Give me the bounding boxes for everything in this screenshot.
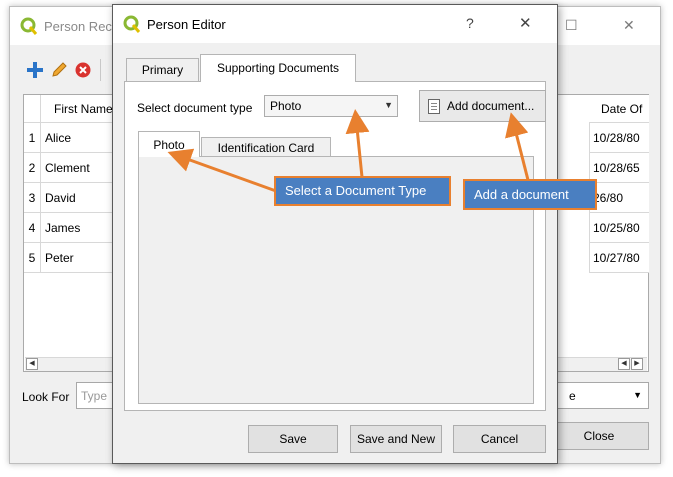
maximize-icon[interactable]: ☐ bbox=[565, 17, 578, 34]
chevron-down-icon: ▼ bbox=[633, 390, 642, 400]
save-and-new-button[interactable]: Save and New bbox=[350, 425, 442, 453]
table-cell-date[interactable]: 10/25/80 bbox=[589, 213, 649, 243]
bg-close-button[interactable]: Close bbox=[549, 422, 649, 450]
add-icon[interactable] bbox=[26, 61, 44, 79]
col-header-date[interactable]: Date Of bbox=[589, 95, 649, 123]
toolbar-separator bbox=[100, 59, 101, 81]
callout-select-type: Select a Document Type bbox=[274, 176, 451, 206]
scroll-right-icon[interactable]: ▶ bbox=[631, 358, 643, 370]
tab-identification-card[interactable]: Identification Card bbox=[201, 137, 331, 158]
person-editor-dialog: Person Editor ? ✕ Primary Supporting Doc… bbox=[112, 4, 558, 464]
document-icon bbox=[428, 99, 440, 114]
search-column-value: e bbox=[569, 389, 576, 403]
help-icon[interactable]: ? bbox=[466, 15, 474, 31]
search-column-select[interactable]: e ▼ bbox=[549, 382, 649, 409]
document-type-label: Select document type bbox=[137, 101, 253, 115]
add-document-label: Add document... bbox=[447, 99, 535, 113]
row-number: 4 bbox=[24, 213, 41, 243]
tab-primary[interactable]: Primary bbox=[126, 58, 199, 81]
callout-add-document: Add a document bbox=[463, 179, 597, 210]
look-for-label: Look For bbox=[22, 390, 70, 404]
scroll-left-icon[interactable]: ◀ bbox=[618, 358, 630, 370]
scroll-left-icon[interactable]: ◀ bbox=[26, 358, 38, 370]
document-type-value: Photo bbox=[270, 99, 302, 113]
qgis-logo-icon bbox=[20, 17, 38, 35]
tab-photo[interactable]: Photo bbox=[138, 131, 200, 157]
edit-pencil-icon[interactable] bbox=[50, 61, 68, 79]
close-icon[interactable]: ✕ bbox=[623, 17, 635, 34]
tab-supporting-documents[interactable]: Supporting Documents bbox=[200, 54, 356, 82]
table-cell-date[interactable]: 10/28/80 bbox=[589, 123, 649, 153]
save-button[interactable]: Save bbox=[248, 425, 338, 453]
delete-icon[interactable] bbox=[74, 61, 92, 79]
dialog-title: Person Editor bbox=[147, 17, 226, 32]
row-number: 5 bbox=[24, 243, 41, 273]
document-type-select[interactable]: Photo ▼ bbox=[264, 95, 398, 117]
add-document-button[interactable]: Add document... bbox=[419, 90, 546, 122]
row-number: 1 bbox=[24, 123, 41, 153]
table-cell-date[interactable]: 10/28/65 bbox=[589, 153, 649, 183]
table-cell-date[interactable]: 26/80 bbox=[589, 183, 649, 213]
table-cell-date[interactable]: 10/27/80 bbox=[589, 243, 649, 273]
row-number: 2 bbox=[24, 153, 41, 183]
table-corner bbox=[24, 95, 41, 123]
supporting-documents-pane: Select document type Photo ▼ Add documen… bbox=[124, 81, 546, 411]
chevron-down-icon: ▼ bbox=[384, 100, 393, 110]
close-icon[interactable]: ✕ bbox=[519, 14, 532, 32]
qgis-logo-icon bbox=[123, 15, 141, 33]
row-number: 3 bbox=[24, 183, 41, 213]
dialog-titlebar: Person Editor ? ✕ bbox=[113, 5, 557, 43]
bg-window-title: Person Rec bbox=[44, 19, 112, 34]
cancel-button[interactable]: Cancel bbox=[453, 425, 546, 453]
